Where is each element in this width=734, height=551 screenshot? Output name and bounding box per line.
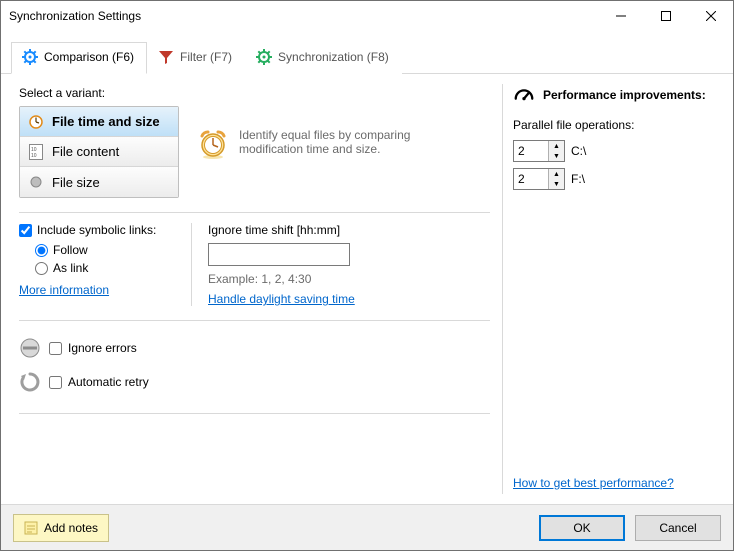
content-area: Select a variant: File time and size 101… bbox=[1, 74, 733, 504]
funnel-icon bbox=[158, 49, 174, 65]
gauge-icon bbox=[513, 84, 535, 106]
timeshift-group: Ignore time shift [hh:mm] Example: 1, 2,… bbox=[204, 223, 490, 306]
minimize-button[interactable] bbox=[598, 1, 643, 31]
tab-filter[interactable]: Filter (F7) bbox=[147, 42, 245, 74]
maximize-button[interactable] bbox=[643, 1, 688, 31]
settings-window: Synchronization Settings Comparison (F6)… bbox=[0, 0, 734, 551]
variant-explain: Identify equal files by comparing modifi… bbox=[197, 128, 457, 160]
tab-comparison[interactable]: Comparison (F6) bbox=[11, 42, 147, 74]
add-notes-button[interactable]: Add notes bbox=[13, 514, 109, 542]
ignore-errors-input[interactable] bbox=[49, 342, 62, 355]
variant-row: File time and size 1010 File content Fil… bbox=[19, 106, 490, 198]
more-information-link[interactable]: More information bbox=[19, 283, 109, 297]
auto-retry-row: Automatic retry bbox=[19, 371, 490, 393]
tab-sync-label: Synchronization (F8) bbox=[278, 50, 389, 64]
symlinks-group: Include symbolic links: Follow As link M… bbox=[19, 223, 179, 306]
right-panel: Performance improvements: Parallel file … bbox=[503, 74, 733, 504]
variant-size[interactable]: File size bbox=[20, 167, 178, 197]
titlebar: Synchronization Settings bbox=[1, 1, 733, 31]
retry-icon bbox=[19, 371, 41, 393]
svg-text:10: 10 bbox=[31, 153, 37, 159]
parallel-spinner-1[interactable]: ▲ ▼ bbox=[513, 168, 565, 190]
gear-blue-icon bbox=[22, 49, 38, 65]
symlinks-radios: Follow As link bbox=[35, 243, 179, 275]
tab-sync[interactable]: Synchronization (F8) bbox=[245, 42, 402, 74]
symlink-aslink-label: As link bbox=[53, 261, 88, 275]
footer: Add notes OK Cancel bbox=[1, 504, 733, 550]
tab-comparison-label: Comparison (F6) bbox=[44, 50, 134, 64]
symlink-aslink-input[interactable] bbox=[35, 262, 48, 275]
ignore-errors-checkbox[interactable]: Ignore errors bbox=[49, 341, 137, 355]
variant-list: File time and size 1010 File content Fil… bbox=[19, 106, 179, 198]
parallel-drive-0: C:\ bbox=[571, 144, 586, 158]
tab-bar: Comparison (F6) Filter (F7) Synchronizat… bbox=[1, 31, 733, 74]
include-symlinks-label: Include symbolic links: bbox=[37, 223, 156, 237]
binary-file-icon: 1010 bbox=[28, 144, 44, 160]
spinner-buttons-0: ▲ ▼ bbox=[548, 141, 564, 161]
spinner-up-1[interactable]: ▲ bbox=[549, 169, 564, 179]
add-notes-label: Add notes bbox=[44, 521, 98, 535]
tab-filter-label: Filter (F7) bbox=[180, 50, 232, 64]
spinner-up-0[interactable]: ▲ bbox=[549, 141, 564, 151]
left-panel: Select a variant: File time and size 101… bbox=[1, 74, 502, 504]
parallel-row-1: ▲ ▼ F:\ bbox=[513, 168, 719, 190]
divider-2 bbox=[19, 320, 490, 321]
close-icon bbox=[706, 11, 716, 21]
parallel-spinner-0[interactable]: ▲ ▼ bbox=[513, 140, 565, 162]
auto-retry-checkbox[interactable]: Automatic retry bbox=[49, 375, 149, 389]
include-symlinks-input[interactable] bbox=[19, 224, 32, 237]
gear-green-icon bbox=[256, 49, 272, 65]
window-title: Synchronization Settings bbox=[9, 9, 598, 23]
auto-retry-label: Automatic retry bbox=[68, 375, 149, 389]
include-symlinks-checkbox[interactable]: Include symbolic links: bbox=[19, 223, 179, 237]
variant-content-label: File content bbox=[52, 144, 119, 159]
performance-heading-label: Performance improvements: bbox=[543, 88, 706, 102]
variant-time-size-label: File time and size bbox=[52, 114, 160, 129]
options-row: Include symbolic links: Follow As link M… bbox=[19, 223, 490, 306]
auto-retry-input[interactable] bbox=[49, 376, 62, 389]
clock-small-icon bbox=[28, 114, 44, 130]
select-variant-label: Select a variant: bbox=[19, 86, 490, 100]
timeshift-example: Example: 1, 2, 4:30 bbox=[208, 272, 490, 286]
variant-size-label: File size bbox=[52, 175, 100, 190]
ignore-errors-icon bbox=[19, 337, 41, 359]
spinner-down-0[interactable]: ▼ bbox=[549, 151, 564, 161]
maximize-icon bbox=[661, 11, 671, 21]
timeshift-input[interactable] bbox=[208, 243, 350, 266]
symlink-follow-input[interactable] bbox=[35, 244, 48, 257]
size-dot-icon bbox=[28, 174, 44, 190]
variant-explain-text: Identify equal files by comparing modifi… bbox=[239, 128, 457, 156]
dst-link[interactable]: Handle daylight saving time bbox=[208, 292, 355, 306]
parallel-drive-1: F:\ bbox=[571, 172, 585, 186]
parallel-row-0: ▲ ▼ C:\ bbox=[513, 140, 719, 162]
spinner-buttons-1: ▲ ▼ bbox=[548, 169, 564, 189]
alarm-clock-icon bbox=[197, 128, 229, 160]
ok-button[interactable]: OK bbox=[539, 515, 625, 541]
performance-heading: Performance improvements: bbox=[513, 84, 719, 106]
parallel-value-1[interactable] bbox=[514, 169, 548, 189]
divider-3 bbox=[19, 413, 490, 414]
variant-content[interactable]: 1010 File content bbox=[20, 137, 178, 167]
cancel-button[interactable]: Cancel bbox=[635, 515, 721, 541]
spinner-down-1[interactable]: ▼ bbox=[549, 179, 564, 189]
vertical-divider bbox=[191, 223, 192, 306]
parallel-value-0[interactable] bbox=[514, 141, 548, 161]
timeshift-label: Ignore time shift [hh:mm] bbox=[208, 223, 490, 237]
ignore-errors-row: Ignore errors bbox=[19, 337, 490, 359]
divider-1 bbox=[19, 212, 490, 213]
minimize-icon bbox=[616, 11, 626, 21]
close-button[interactable] bbox=[688, 1, 733, 31]
symlink-follow-label: Follow bbox=[53, 243, 88, 257]
variant-time-size[interactable]: File time and size bbox=[20, 107, 178, 137]
best-performance-link[interactable]: How to get best performance? bbox=[513, 476, 719, 490]
symlink-follow-radio[interactable]: Follow bbox=[35, 243, 179, 257]
notes-icon bbox=[24, 521, 38, 535]
ignore-errors-label: Ignore errors bbox=[68, 341, 137, 355]
parallel-label: Parallel file operations: bbox=[513, 118, 719, 132]
symlink-aslink-radio[interactable]: As link bbox=[35, 261, 179, 275]
